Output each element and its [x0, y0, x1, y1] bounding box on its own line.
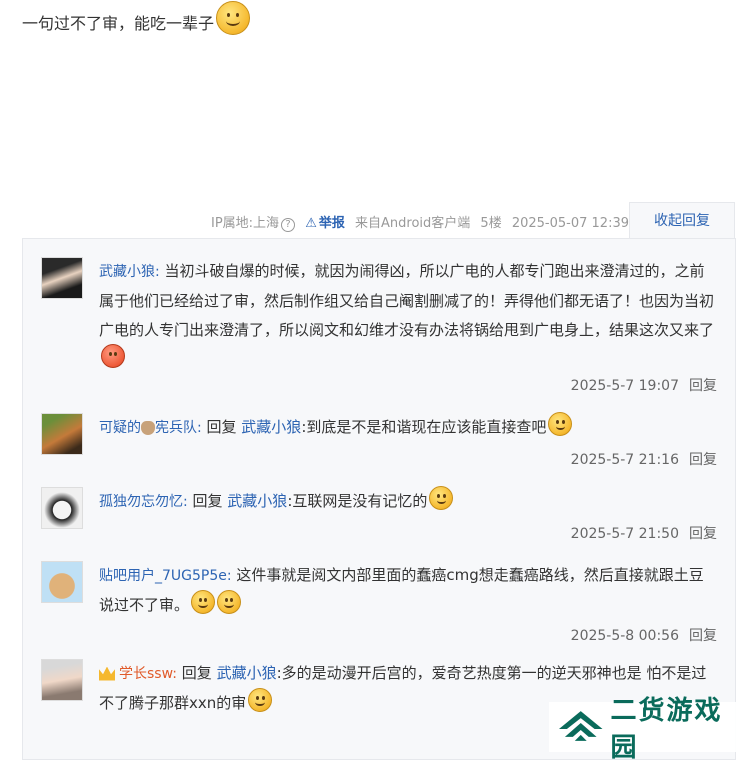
post-meta: IP属地:上海? ⚠ 举报 来自Android客户端 5楼 2025-05-07 … [205, 212, 629, 232]
report-link[interactable]: 举报 [319, 216, 345, 231]
reply-text: :互联网是没有记忆的 [287, 492, 428, 510]
reply-button[interactable]: 回复 [689, 452, 717, 468]
reply-target-user[interactable]: 武藏小狼 [241, 418, 301, 436]
reply-item: 贴吧用户_7UG5P5e: 这件事就是阅文内部里面的蠢癌cmg想走蠢癌路线，然后… [41, 561, 717, 651]
dog-icon [141, 421, 155, 435]
post-text: 一句过不了审，能吃一辈子 [22, 14, 215, 33]
reply-button[interactable]: 回复 [689, 526, 717, 542]
site-watermark: 二货游戏园 [549, 696, 749, 763]
avatar[interactable] [41, 257, 83, 299]
avatar[interactable] [41, 561, 83, 603]
help-icon[interactable]: ? [281, 218, 296, 232]
reply-username[interactable]: 可疑的 宪兵队: [99, 420, 202, 436]
reply-body: 可疑的 宪兵队: 回复 武藏小狼:到底是不是和谐现在应该能直接查吧 [99, 411, 717, 443]
reply-body: 贴吧用户_7UG5P5e: 这件事就是阅文内部里面的蠢癌cmg想走蠢癌路线，然后… [99, 561, 717, 620]
reply-meta: 2025-5-8 00:56 回复 [571, 625, 717, 645]
watermark-text: 二货游戏园 [610, 696, 723, 763]
grin-emoji-icon [217, 589, 242, 614]
reply-time: 2025-5-7 19:07 [570, 378, 679, 394]
client-source: 来自Android客户端 [355, 216, 471, 231]
avatar[interactable] [41, 413, 83, 455]
reply-username[interactable]: 贴吧用户_7UG5P5e: [99, 568, 232, 584]
post-meta-bar: IP属地:上海? ⚠ 举报 来自Android客户端 5楼 2025-05-07 … [0, 202, 749, 240]
post-content: 一句过不了审，能吃一辈子 [22, 0, 251, 35]
reply-target-user[interactable]: 武藏小狼 [217, 664, 277, 682]
reply-item: 武藏小狼: 当初斗破自爆的时候，就因为闹得凶，所以广电的人都专门跑出来澄清过的，… [41, 257, 717, 397]
reply-word: 回复 [206, 418, 237, 436]
reply-panel: 武藏小狼: 当初斗破自爆的时候，就因为闹得凶，所以广电的人都专门跑出来澄清过的，… [22, 238, 736, 760]
reply-word: 回复 [181, 664, 212, 682]
grin-emoji-icon [429, 485, 454, 510]
site-logo-icon [558, 711, 603, 741]
reply-button[interactable]: 回复 [689, 628, 717, 644]
reply-meta: 2025-5-7 21:50 回复 [571, 523, 717, 543]
grin-emoji-icon [248, 687, 273, 712]
reply-text: 当初斗破自爆的时候，就因为闹得凶，所以广电的人都专门跑出来澄清过的，之前属于他们… [99, 262, 715, 339]
reply-body: 孤独勿忘勿忆: 回复 武藏小狼:互联网是没有记忆的 [99, 485, 717, 517]
reply-item: 孤独勿忘勿忆: 回复 武藏小狼:互联网是没有记忆的 2025-5-7 21:50… [41, 485, 717, 547]
reply-word: 回复 [192, 492, 223, 510]
collapse-replies-button[interactable]: 收起回复 [629, 202, 735, 240]
angry-emoji-icon [101, 343, 125, 368]
reply-time: 2025-5-7 21:16 [570, 452, 679, 468]
reply-meta: 2025-5-7 21:16 回复 [571, 449, 717, 469]
vip-crown-icon [99, 666, 115, 681]
floor-number: 5楼 [480, 216, 502, 231]
reply-username[interactable]: 武藏小狼: [99, 264, 160, 280]
reply-text: :到底是不是和谐现在应该能直接查吧 [301, 418, 547, 436]
reply-button[interactable]: 回复 [689, 378, 717, 394]
avatar[interactable] [41, 487, 83, 529]
reply-time: 2025-5-8 00:56 [570, 628, 679, 644]
grin-emoji-icon [191, 589, 216, 614]
post-datetime: 2025-05-07 12:39 [511, 216, 629, 231]
thinking-emoji-icon [548, 411, 573, 436]
reply-username[interactable]: 学长ssw: [119, 666, 177, 682]
reply-body: 武藏小狼: 当初斗破自爆的时候，就因为闹得凶，所以广电的人都专门跑出来澄清过的，… [99, 257, 717, 374]
reply-username[interactable]: 孤独勿忘勿忆: [99, 494, 188, 510]
reply-meta: 2025-5-7 19:07 回复 [571, 375, 717, 395]
reply-target-user[interactable]: 武藏小狼 [227, 492, 287, 510]
smile-emoji-icon [216, 0, 251, 35]
reply-item: 可疑的 宪兵队: 回复 武藏小狼:到底是不是和谐现在应该能直接查吧 2025-5-… [41, 411, 717, 473]
warning-icon[interactable]: ⚠ [305, 216, 317, 231]
ip-location: IP属地:上海 [211, 216, 280, 231]
reply-time: 2025-5-7 21:50 [570, 526, 679, 542]
avatar[interactable] [41, 659, 83, 701]
